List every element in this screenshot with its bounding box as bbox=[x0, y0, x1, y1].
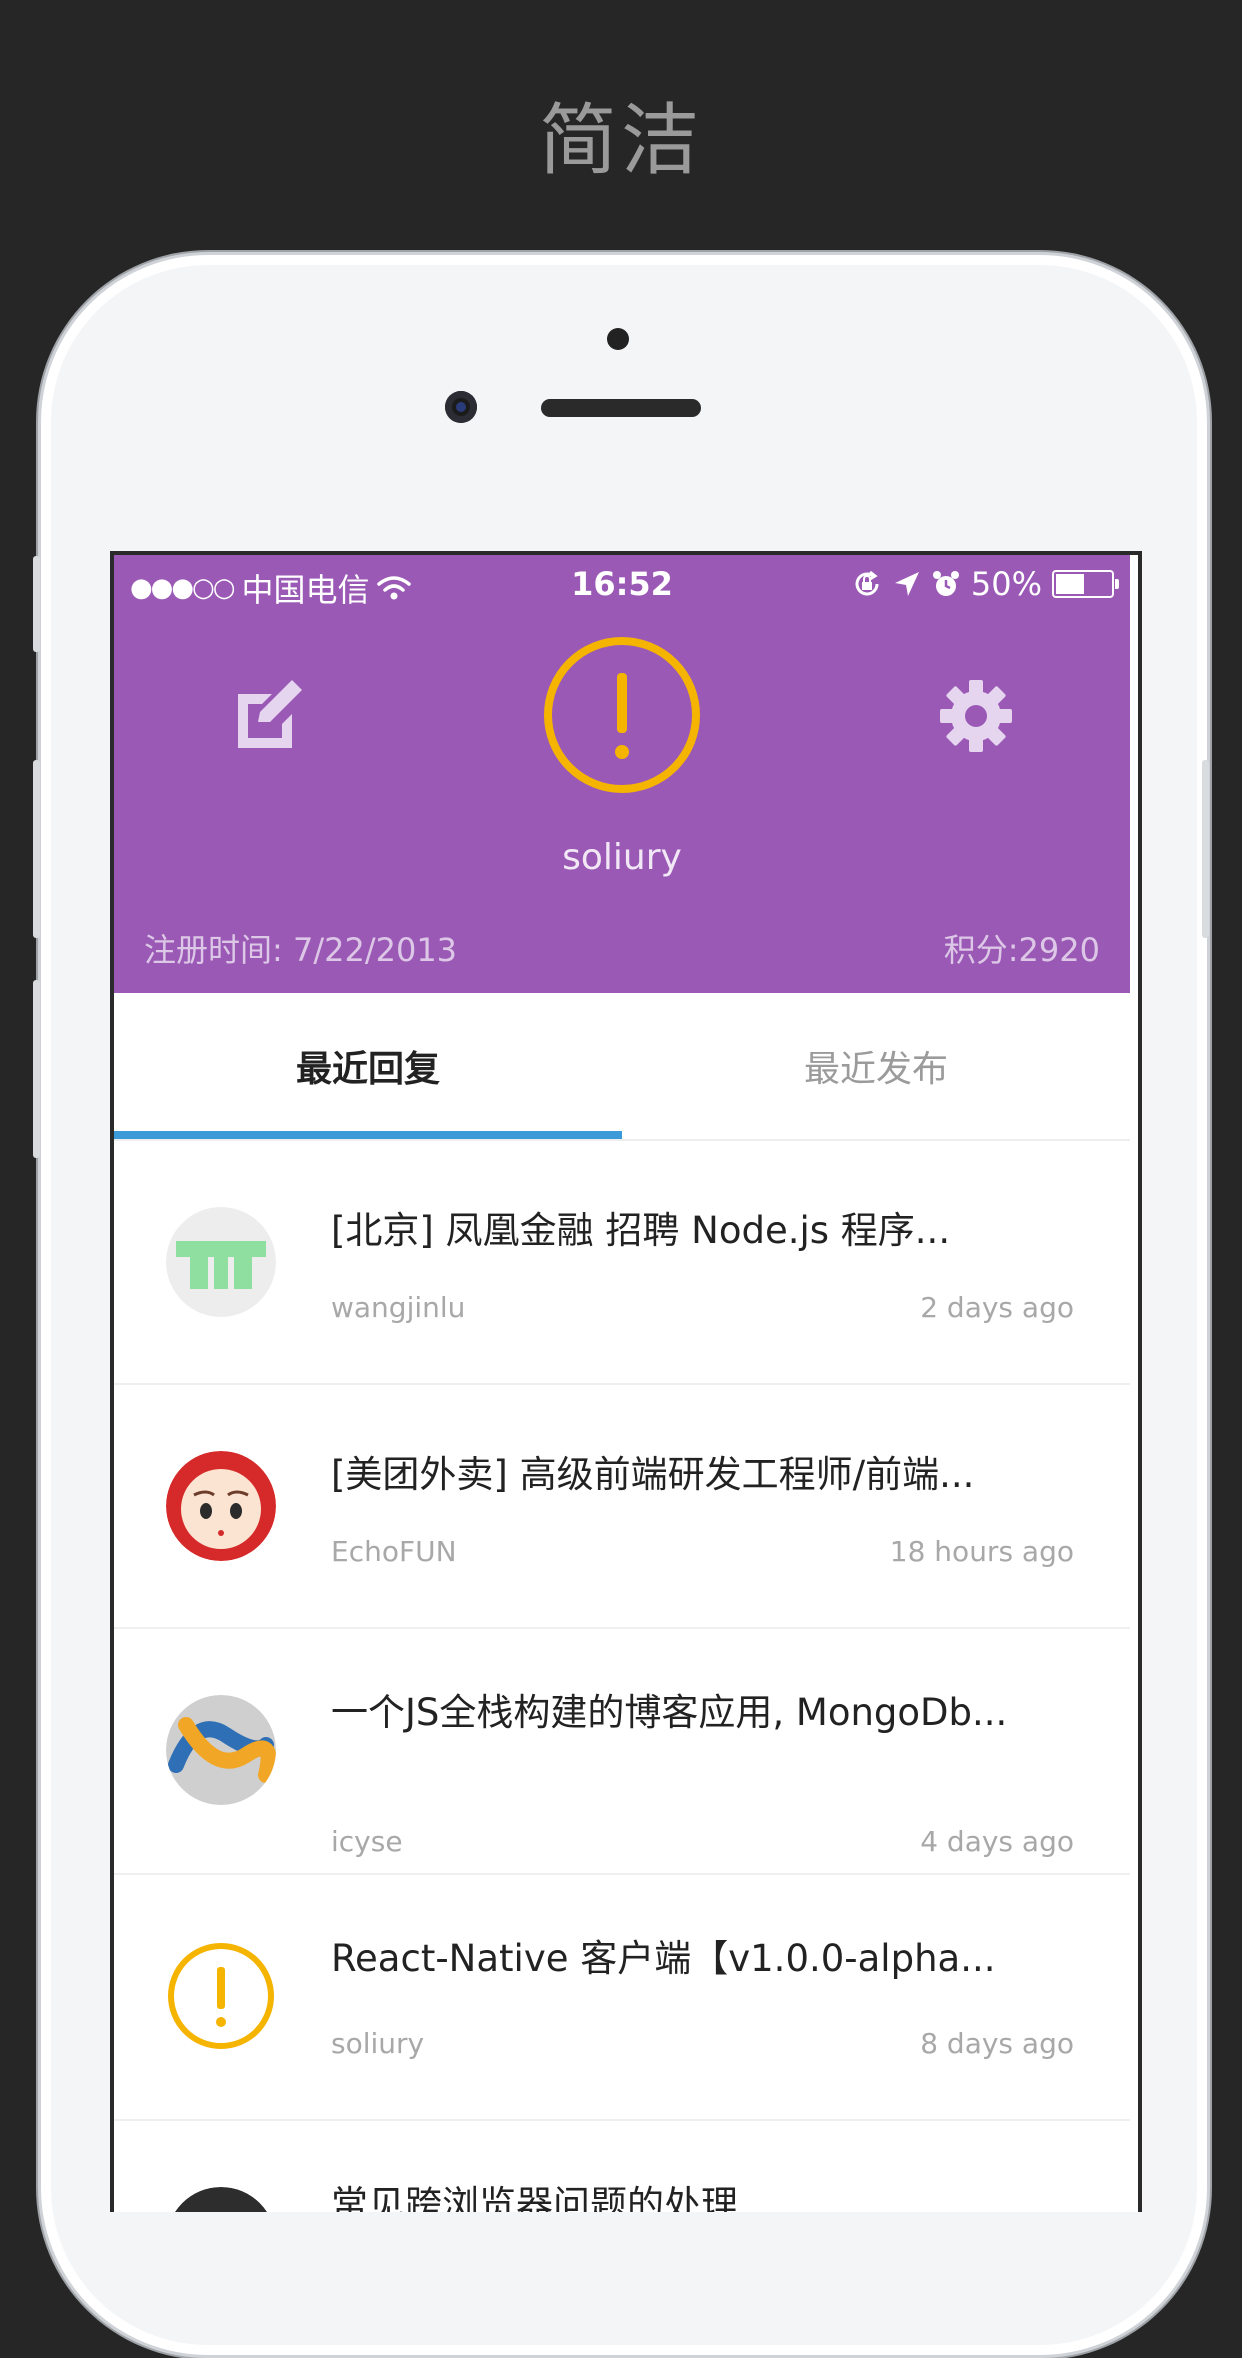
topic-title: [北京] 凤凰金融 招聘 Node.js 程序... bbox=[331, 1209, 951, 1252]
meteor-logo-avatar-icon bbox=[166, 1207, 276, 1317]
active-tab-indicator bbox=[114, 1131, 622, 1139]
profile-header: ●●●○○ 中国电信 16:52 50% soliury 注册时间: 7/22/… bbox=[114, 555, 1130, 993]
topic-time: 2 days ago bbox=[920, 1291, 1074, 1324]
register-time: 注册时间: 7/22/2013 bbox=[144, 931, 458, 969]
topic-title: 常见跨浏览器问题的处理 bbox=[331, 2183, 738, 2212]
topic-time: 18 hours ago bbox=[889, 1535, 1074, 1568]
dark-photo-avatar-icon bbox=[174, 2187, 268, 2212]
marketing-title: 简洁 bbox=[538, 96, 703, 186]
profile-username: soliury bbox=[562, 837, 682, 878]
list-item[interactable]: 常见跨浏览器问题的处理 bbox=[114, 2121, 1130, 2212]
cartoon-face-avatar-icon bbox=[166, 1451, 276, 1561]
app-screen: ●●●○○ 中国电信 16:52 50% soliury 注册时间: 7/22/… bbox=[110, 551, 1142, 2212]
exclamation-avatar-icon[interactable] bbox=[542, 635, 702, 795]
topic-author: soliury bbox=[331, 2027, 425, 2060]
list-item[interactable]: React-Native 客户端【v1.0.0-alpha... soliury… bbox=[114, 1875, 1130, 2121]
score: 积分:2920 bbox=[943, 931, 1100, 969]
list-item[interactable]: 一个JS全栈构建的博客应用, MongoDb... icyse 4 days a… bbox=[114, 1629, 1130, 1875]
topic-list: [北京] 凤凰金融 招聘 Node.js 程序... wangjinlu 2 d… bbox=[114, 1141, 1130, 2212]
topic-author: wangjinlu bbox=[331, 1291, 466, 1324]
list-item[interactable]: [北京] 凤凰金融 招聘 Node.js 程序... wangjinlu 2 d… bbox=[114, 1141, 1130, 1385]
tab-recent-posts[interactable]: 最近发布 bbox=[622, 993, 1130, 1139]
rotation-lock-icon bbox=[855, 570, 879, 596]
mute-switch bbox=[33, 556, 40, 652]
volume-down-button bbox=[33, 980, 40, 1158]
topic-time: 4 days ago bbox=[920, 1825, 1074, 1858]
exclamation-avatar-icon bbox=[168, 1943, 274, 2049]
topic-tabs: 最近回复 最近发布 bbox=[114, 993, 1130, 1141]
topic-title: React-Native 客户端【v1.0.0-alpha... bbox=[331, 1937, 996, 1980]
topic-title: 一个JS全栈构建的博客应用, MongoDb... bbox=[331, 1691, 1008, 1734]
topic-author: icyse bbox=[331, 1825, 403, 1858]
status-bar: ●●●○○ 中国电信 16:52 50% bbox=[114, 555, 1130, 611]
battery-icon bbox=[1052, 570, 1119, 598]
alarm-clock-icon bbox=[932, 571, 959, 596]
power-button bbox=[1202, 760, 1209, 938]
status-right: 50% bbox=[851, 565, 1119, 603]
list-item[interactable]: [美团外卖] 高级前端研发工程师/前端... EchoFUN 18 hours … bbox=[114, 1385, 1130, 1629]
front-camera bbox=[445, 391, 477, 423]
tab-recent-replies[interactable]: 最近回复 bbox=[114, 993, 622, 1139]
rope-knot-avatar-icon bbox=[166, 1695, 276, 1805]
battery-percent: 50% bbox=[970, 565, 1042, 603]
compose-icon[interactable] bbox=[234, 680, 306, 752]
topic-title: [美团外卖] 高级前端研发工程师/前端... bbox=[331, 1453, 975, 1496]
volume-up-button bbox=[33, 760, 40, 938]
earpiece-speaker bbox=[541, 399, 701, 417]
topic-author: EchoFUN bbox=[331, 1535, 457, 1568]
location-arrow-icon bbox=[894, 572, 919, 596]
proximity-sensor bbox=[607, 328, 629, 350]
topic-time: 8 days ago bbox=[920, 2027, 1074, 2060]
gear-icon[interactable] bbox=[938, 678, 1014, 754]
